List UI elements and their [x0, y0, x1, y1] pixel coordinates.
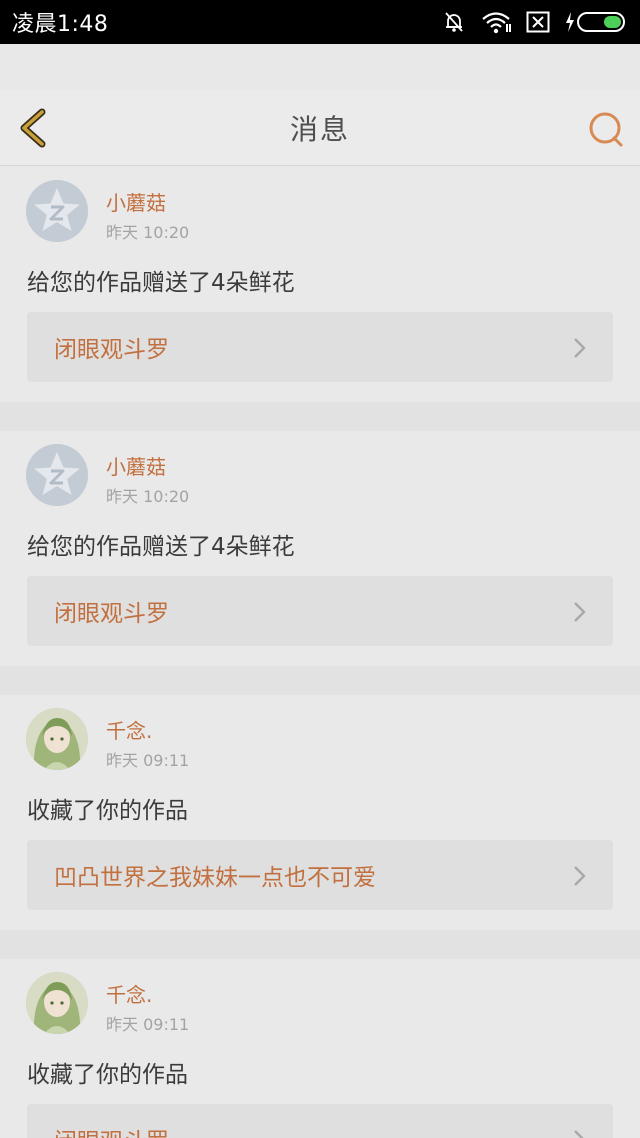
default-avatar-icon	[26, 180, 88, 242]
message-time: 昨天 10:20	[106, 223, 190, 242]
work-link[interactable]: 闭眼观斗罗	[27, 312, 613, 382]
message-card: 小蘑菇 昨天 10:20 给您的作品赠送了4朵鲜花 闭眼观斗罗	[0, 431, 640, 666]
message-card: 千念. 昨天 09:11 收藏了你的作品 闭眼观斗罗	[0, 959, 640, 1138]
message-card: 小蘑菇 昨天 10:20 给您的作品赠送了4朵鲜花 闭眼观斗罗	[0, 167, 640, 402]
user-name[interactable]: 小蘑菇	[106, 187, 166, 216]
header: 消息	[0, 90, 640, 166]
message-time: 昨天 09:11	[106, 1015, 190, 1034]
message-text: 给您的作品赠送了4朵鲜花	[27, 534, 295, 560]
work-title: 闭眼观斗罗	[54, 1122, 169, 1138]
bell-off-icon	[445, 12, 463, 32]
chevron-right-icon	[574, 602, 586, 622]
chevron-left-icon	[20, 108, 46, 148]
work-link[interactable]: 凹凸世界之我妹妹一点也不可爱	[27, 840, 613, 910]
page-top-strip	[0, 44, 640, 90]
page-title: 消息	[289, 112, 350, 146]
search-icon	[589, 112, 623, 147]
work-title: 凹凸世界之我妹妹一点也不可爱	[54, 865, 376, 891]
user-name[interactable]: 小蘑菇	[106, 451, 166, 480]
divider	[0, 402, 640, 431]
user-name[interactable]: 千念.	[106, 979, 152, 1008]
default-avatar-icon	[26, 444, 88, 506]
chevron-right-icon	[574, 1130, 584, 1138]
message-time: 昨天 09:11	[106, 751, 190, 770]
avatar[interactable]	[26, 444, 88, 506]
message-text: 收藏了你的作品	[27, 798, 188, 824]
work-title: 闭眼观斗罗	[54, 601, 169, 627]
battery-charging-icon	[566, 12, 625, 32]
chevron-right-icon	[574, 338, 586, 358]
message-text: 收藏了你的作品	[27, 1062, 188, 1088]
work-link[interactable]: 闭眼观斗罗	[27, 576, 613, 646]
message-text: 给您的作品赠送了4朵鲜花	[27, 270, 295, 296]
sim-off-icon	[526, 11, 550, 33]
work-link[interactable]: 闭眼观斗罗	[27, 1104, 613, 1138]
status-time: 凌晨1:48	[12, 12, 109, 37]
wifi-icon	[482, 12, 511, 34]
avatar[interactable]	[26, 180, 88, 242]
search-button[interactable]	[586, 110, 626, 150]
message-card: 千念. 昨天 09:11 收藏了你的作品 凹凸世界之我妹妹一点也不可爱	[0, 695, 640, 930]
avatar[interactable]	[26, 708, 88, 770]
status-bar: 凌晨1:48	[0, 0, 640, 44]
anime-girl-avatar-icon	[26, 708, 88, 770]
work-title: 闭眼观斗罗	[54, 337, 169, 363]
divider	[0, 666, 640, 695]
message-time: 昨天 10:20	[106, 487, 190, 506]
chevron-right-icon	[574, 866, 586, 886]
divider	[0, 930, 640, 959]
user-name[interactable]: 千念.	[106, 715, 152, 744]
status-icons	[442, 10, 628, 34]
back-button[interactable]	[14, 108, 54, 148]
message-list: 小蘑菇 昨天 10:20 给您的作品赠送了4朵鲜花 闭眼观斗罗 小蘑菇 昨天 1…	[0, 167, 640, 1138]
anime-girl-avatar-icon	[26, 972, 88, 1034]
avatar[interactable]	[26, 972, 88, 1034]
